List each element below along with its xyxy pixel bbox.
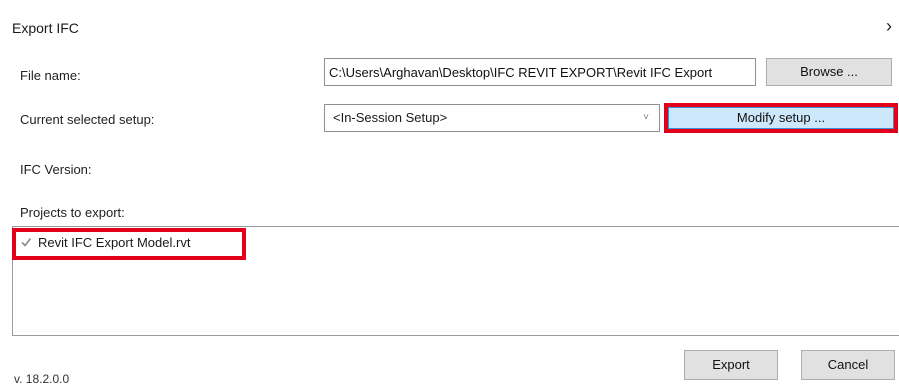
chevron-down-icon: ˅ xyxy=(643,112,649,123)
highlight-box-project xyxy=(12,228,246,260)
setup-dropdown[interactable]: <In-Session Setup> ˅ xyxy=(324,104,660,132)
version-text: v. 18.2.0.0 xyxy=(14,372,70,386)
setup-dropdown-value: <In-Session Setup> xyxy=(333,110,448,125)
cancel-button[interactable]: Cancel xyxy=(801,350,895,380)
ifc-version-label: IFC Version: xyxy=(20,162,92,177)
file-name-label: File name: xyxy=(20,68,81,83)
dialog-title: Export IFC xyxy=(12,20,79,36)
highlight-box-modify-setup xyxy=(664,103,898,133)
file-name-input[interactable] xyxy=(324,58,756,86)
browse-button[interactable]: Browse ... xyxy=(766,58,892,86)
projects-to-export-label: Projects to export: xyxy=(20,205,125,220)
export-ifc-dialog: Export IFC › File name: Browse ... Curre… xyxy=(0,0,899,390)
current-setup-label: Current selected setup: xyxy=(20,112,155,127)
close-icon[interactable]: › xyxy=(881,16,897,36)
export-button[interactable]: Export xyxy=(684,350,778,380)
